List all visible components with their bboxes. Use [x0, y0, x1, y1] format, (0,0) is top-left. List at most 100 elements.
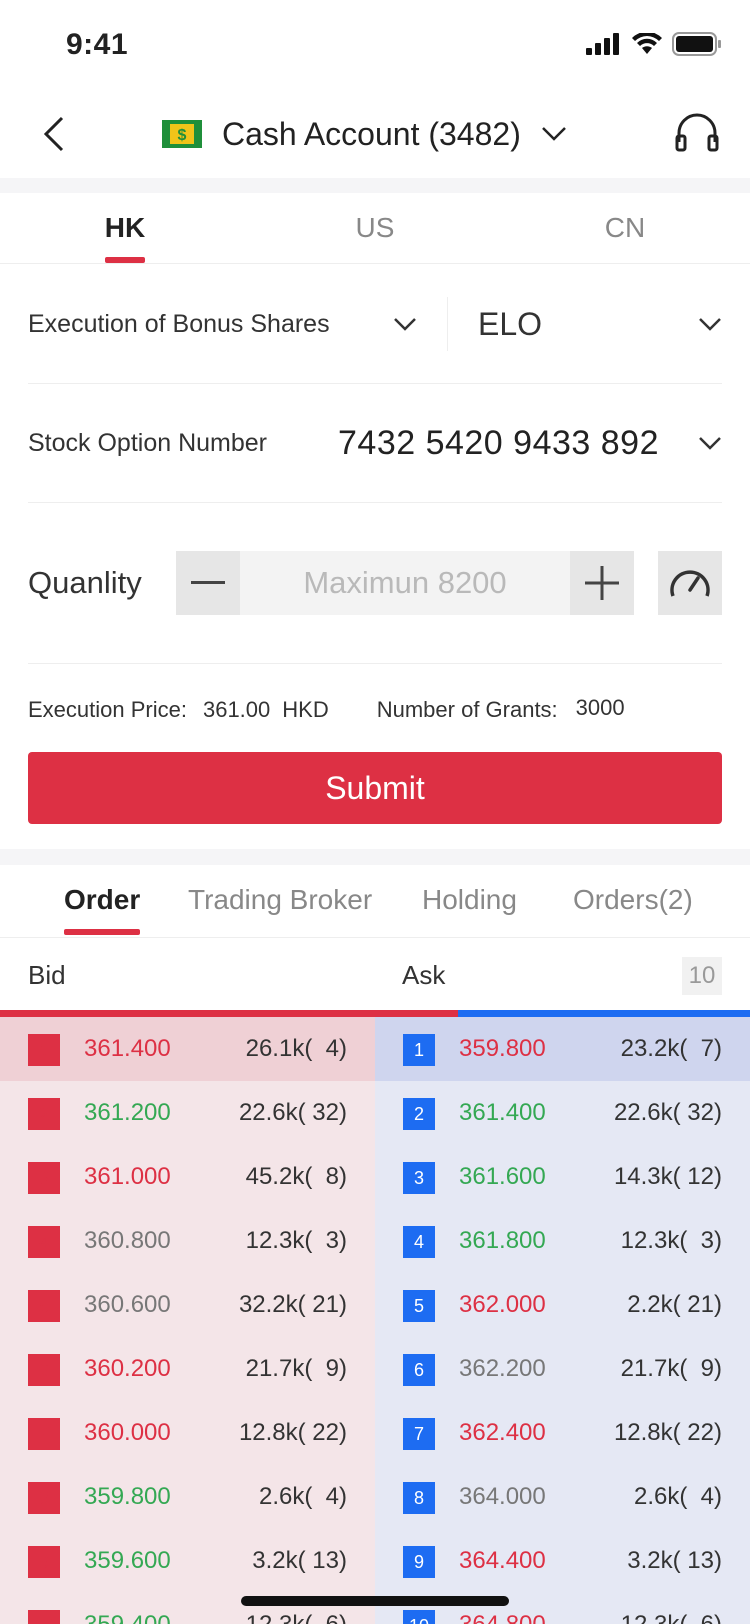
level-badge: 2: [403, 1098, 435, 1130]
level-badge: 3: [403, 1162, 435, 1194]
order-book-row[interactable]: 2 361.400 22.6k( 32): [375, 1081, 750, 1145]
level-badge: 6: [28, 1354, 60, 1386]
execution-info-row: Execution Price: 361.00 HKD Number of Gr…: [28, 690, 722, 730]
order-book-row[interactable]: 7 360.000 12.8k( 22): [0, 1401, 375, 1465]
volume-value: 14.3k( 12): [613, 1163, 722, 1190]
wifi-icon: [632, 33, 662, 54]
quantity-stepper: [176, 551, 634, 615]
volume-value: 2.6k( 4): [258, 1483, 347, 1510]
price-value: 361.400: [84, 1035, 171, 1062]
tab-hk[interactable]: HK: [0, 193, 250, 263]
currency-label: HKD: [282, 697, 329, 722]
chevron-down-icon: [699, 437, 721, 450]
cash-icon: $: [162, 120, 202, 148]
ask-column: 1 359.800 23.2k( 7) 2 361.400 22.6k( 32) 3 361.…: [375, 1017, 750, 1624]
volume-value: 22.6k( 32): [238, 1099, 347, 1126]
order-type-select[interactable]: Execution of Bonus Shares: [28, 297, 448, 351]
tab-order[interactable]: Order: [64, 865, 141, 935]
order-book-row[interactable]: 1 361.400 26.1k( 4): [0, 1017, 375, 1081]
order-book-row[interactable]: 6 360.200 21.7k( 9): [0, 1337, 375, 1401]
exec-price-label: Execution Price:: [28, 697, 187, 722]
grants-label: Number of Grants:: [376, 697, 558, 722]
nav-bar: $ Cash Account (3482): [0, 90, 750, 178]
order-book-row[interactable]: 3 361.000 45.2k( 8): [0, 1145, 375, 1209]
price-value: 359.600: [84, 1547, 171, 1574]
status-time: 9:41: [66, 28, 129, 61]
order-book-row[interactable]: 4 360.800 12.3k( 3): [0, 1209, 375, 1273]
chevron-down-icon: [541, 127, 566, 141]
order-book-row[interactable]: 5 362.000 2.2k( 21): [375, 1273, 750, 1337]
depth-selector[interactable]: 10: [682, 957, 722, 995]
ask-label: Ask: [402, 960, 446, 990]
option-number-row[interactable]: Stock Option Number 7432 5420 9433 892: [28, 384, 722, 503]
level-badge: 5: [403, 1290, 435, 1322]
section-gap: [0, 849, 750, 865]
price-value: 361.800: [459, 1227, 546, 1254]
price-type-select[interactable]: ELO: [448, 306, 722, 343]
price-value: 361.200: [84, 1099, 171, 1126]
tab-orders[interactable]: Orders(2): [573, 865, 693, 935]
price-value: 362.000: [459, 1291, 546, 1318]
level-badge: 8: [28, 1482, 60, 1514]
account-title: Cash Account (3482): [222, 115, 521, 152]
volume-value: 3.2k( 13): [252, 1547, 347, 1574]
order-book-row[interactable]: 6 362.200 21.7k( 9): [375, 1337, 750, 1401]
max-quantity-button[interactable]: [658, 551, 722, 615]
price-value: 361.400: [459, 1099, 546, 1126]
level-badge: 7: [28, 1418, 60, 1450]
volume-value: 23.2k( 7): [620, 1035, 722, 1062]
bid-column: 1 361.400 26.1k( 4) 2 361.200 22.6k( 32) 3 361.…: [0, 1017, 375, 1624]
option-number-value: 7432 5420 9433 892: [338, 423, 659, 462]
level-badge: 2: [28, 1098, 60, 1130]
status-bar: 9:41: [0, 0, 750, 90]
tab-holding[interactable]: Holding: [422, 865, 517, 935]
price-value: 360.000: [84, 1419, 171, 1446]
order-book-row[interactable]: 9 364.400 3.2k( 13): [375, 1529, 750, 1593]
level-badge: 10: [28, 1610, 60, 1624]
headset-icon: [675, 113, 719, 152]
level-badge: 10: [403, 1610, 435, 1624]
volume-value: 2.6k( 4): [633, 1483, 722, 1510]
increase-button[interactable]: [570, 551, 634, 615]
home-indicator: [241, 1596, 509, 1606]
tab-us[interactable]: US: [250, 193, 500, 263]
price-value: 360.800: [84, 1227, 171, 1254]
account-selector[interactable]: $ Cash Account (3482): [162, 110, 567, 158]
order-book-row[interactable]: 1 359.800 23.2k( 7): [375, 1017, 750, 1081]
order-book-row[interactable]: 8 364.000 2.6k( 4): [375, 1465, 750, 1529]
gauge-icon: [670, 570, 710, 597]
price-value: 361.000: [84, 1163, 171, 1190]
battery-icon: [672, 32, 721, 56]
level-badge: 3: [28, 1162, 60, 1194]
quantity-row: Quanlity: [28, 503, 722, 664]
signal-icon: [586, 33, 619, 55]
back-button[interactable]: [36, 112, 76, 156]
volume-value: 12.3k( 3): [620, 1227, 722, 1254]
order-book-row[interactable]: 7 362.400 12.8k( 22): [375, 1401, 750, 1465]
volume-value: 21.7k( 9): [245, 1355, 347, 1382]
submit-button[interactable]: Submit: [28, 752, 722, 824]
ask-strength-bar: [458, 1010, 750, 1017]
grants-value: 3000: [575, 695, 625, 720]
volume-value: 26.1k( 4): [245, 1035, 347, 1062]
tab-trading-broker[interactable]: Trading Broker: [188, 865, 372, 935]
volume-value: 12.3k( 6): [246, 1611, 347, 1624]
quantity-input[interactable]: [240, 551, 570, 615]
price-value: 361.600: [459, 1163, 546, 1190]
order-book-row[interactable]: 5 360.600 32.2k( 21): [0, 1273, 375, 1337]
market-tabs: HK US CN: [0, 193, 750, 264]
order-book-row[interactable]: 2 361.200 22.6k( 32): [0, 1081, 375, 1145]
option-number-label: Stock Option Number: [28, 428, 267, 457]
order-book-row[interactable]: 4 361.800 12.3k( 3): [375, 1209, 750, 1273]
plus-icon: [585, 566, 619, 600]
customer-service-button[interactable]: [674, 110, 720, 156]
order-book-row[interactable]: 8 359.800 2.6k( 4): [0, 1465, 375, 1529]
decrease-button[interactable]: [176, 551, 240, 615]
tab-cn[interactable]: CN: [500, 193, 750, 263]
order-book-row[interactable]: 9 359.600 3.2k( 13): [0, 1529, 375, 1593]
level-badge: 9: [28, 1546, 60, 1578]
order-book-row[interactable]: 3 361.600 14.3k( 12): [375, 1145, 750, 1209]
level-badge: 1: [403, 1034, 435, 1066]
price-value: 362.400: [459, 1419, 546, 1446]
order-tabs: Order Trading Broker Holding Orders(2): [0, 865, 750, 938]
